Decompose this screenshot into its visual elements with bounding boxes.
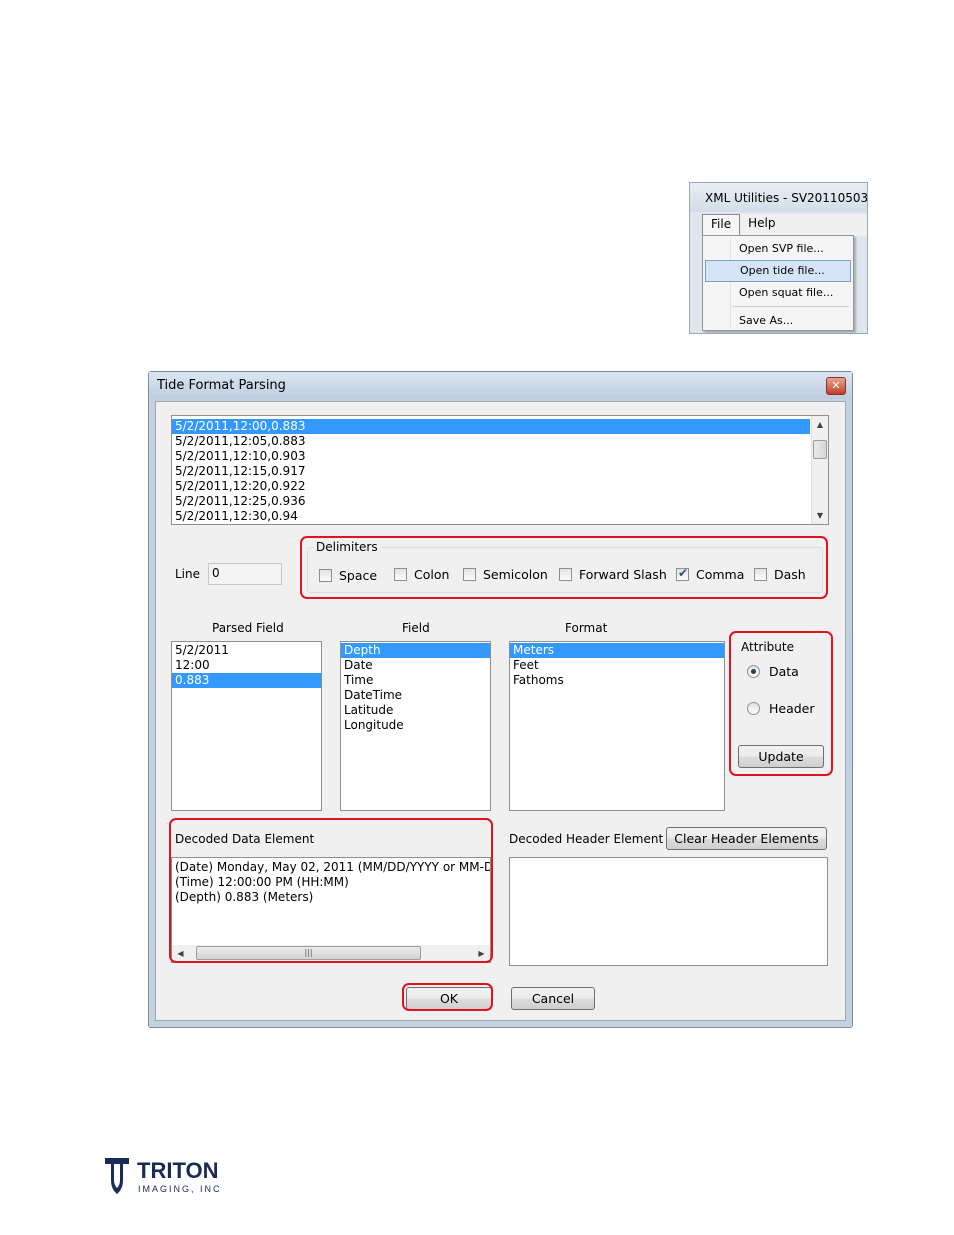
menu-separator [733,306,849,307]
list-item[interactable]: 0.883 [172,673,321,688]
line-label: Line [175,567,201,581]
xml-utilities-window: XML Utilities - SV20110503_1 File Help O… [689,182,868,334]
list-item[interactable]: 5/2/2011,12:15,0.917 [172,464,810,479]
format-list[interactable]: Meters Feet Fathoms [509,641,725,811]
cancel-button[interactable]: Cancel [511,987,595,1010]
list-item[interactable]: Meters [510,643,724,658]
list-item[interactable]: Time [341,673,490,688]
list-item[interactable]: 5/2/2011 [172,643,321,658]
list-item[interactable]: Depth [341,643,490,658]
list-item[interactable]: 5/2/2011,12:30,0.94 [172,509,810,524]
triton-logo: TRITON IMAGING, INC [103,1156,233,1198]
list-item[interactable]: 5/2/2011,12:00,0.883 [172,419,810,434]
line-input[interactable]: 0 [208,563,282,585]
menu-item-save-as[interactable]: Save As... [705,310,851,332]
list-item[interactable]: 12:00 [172,658,321,673]
logo-name: TRITON [137,1158,219,1183]
decoded-header-label: Decoded Header Element [509,832,664,846]
dialog-title: Tide Format Parsing [149,372,852,399]
raw-lines-scrollbar[interactable]: ▲ ▼ [811,416,828,524]
decoded-header-box[interactable] [509,857,828,966]
raw-lines-list[interactable]: 5/2/2011,12:00,0.883 5/2/2011,12:05,0.88… [171,415,829,525]
menu-file[interactable]: File [702,214,741,236]
file-dropdown-menu: Open SVP file... Open tide file... Open … [702,235,854,331]
list-item[interactable]: Latitude [341,703,490,718]
list-item[interactable]: Date [341,658,490,673]
xml-utilities-titlebar: XML Utilities - SV20110503_1 [690,183,867,212]
list-item[interactable]: 5/2/2011,12:05,0.883 [172,434,810,449]
format-label: Format [565,621,608,635]
scroll-down-arrow-icon[interactable]: ▼ [812,507,828,524]
menu-item-open-tide[interactable]: Open tide file... [705,260,851,282]
list-item[interactable]: 5/2/2011,12:25,0.936 [172,494,810,509]
list-item[interactable]: Fathoms [510,673,724,688]
list-item[interactable]: DateTime [341,688,490,703]
field-list[interactable]: Depth Date Time DateTime Latitude Longit… [340,641,491,811]
xml-utilities-title: XML Utilities - SV20110503_1 [705,190,868,205]
parsed-field-label: Parsed Field [212,621,284,635]
menu-item-open-squat[interactable]: Open squat file... [705,282,851,304]
list-item[interactable]: 5/2/2011,12:10,0.903 [172,449,810,464]
close-icon[interactable]: ✕ [826,377,846,395]
list-item[interactable]: 5/2/2011,12:20,0.922 [172,479,810,494]
menu-help[interactable]: Help [740,214,783,236]
menu-bar: File Help [702,214,867,236]
decoded-data-highlight [169,818,493,963]
list-item[interactable]: Feet [510,658,724,673]
logo-sub: IMAGING, INC [138,1184,222,1194]
scroll-thumb[interactable] [813,440,827,459]
list-item[interactable]: Longitude [341,718,490,733]
field-label: Field [402,621,430,635]
clear-header-elements-button[interactable]: Clear Header Elements [666,827,827,850]
ok-button-highlight [402,983,493,1011]
parsed-field-list[interactable]: 5/2/2011 12:00 0.883 [171,641,322,811]
scroll-up-arrow-icon[interactable]: ▲ [812,416,828,433]
attribute-highlight [729,631,833,776]
delimiters-highlight [300,536,828,599]
menu-item-open-svp[interactable]: Open SVP file... [705,238,851,260]
